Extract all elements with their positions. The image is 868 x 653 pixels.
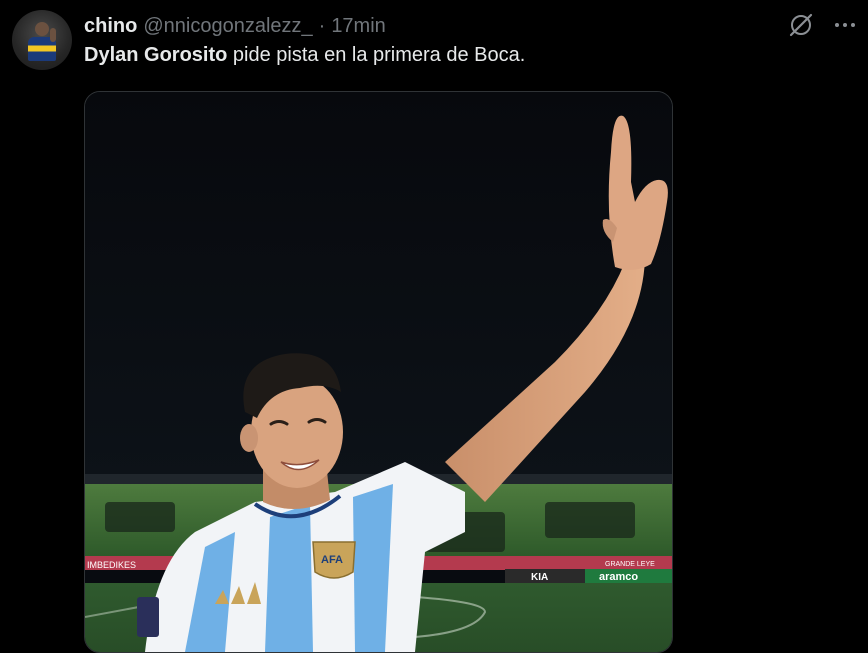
sleeve-patch: [137, 597, 159, 637]
tweet-text: Dylan Gorosito pide pista en la primera …: [84, 44, 525, 67]
afa-crest-text: AFA: [321, 554, 343, 566]
ad-board-kia-label: KIA: [531, 572, 548, 583]
author-name[interactable]: chino: [84, 15, 137, 38]
separator-dot: ·: [318, 14, 326, 37]
ad-board-aramco-label: aramco: [599, 571, 638, 583]
avatar-figure-head: [35, 22, 49, 36]
media-photo: IMBEDIKES KIA aramco GRANDE LEYE AFA: [85, 92, 672, 652]
tweet-header: chino @nnicogonzalezz_ · 17min: [84, 12, 386, 40]
tweet-media[interactable]: IMBEDIKES KIA aramco GRANDE LEYE AFA: [84, 91, 673, 653]
tweet-text-rest: pide pista en la primera de Boca.: [227, 44, 526, 66]
grok-icon: [789, 13, 813, 37]
ad-board-imbedikes: IMBEDIKES: [87, 560, 136, 570]
avatar[interactable]: [12, 10, 72, 70]
more-button[interactable]: [830, 10, 860, 40]
grok-button[interactable]: [786, 10, 816, 40]
timestamp[interactable]: 17min: [331, 15, 385, 38]
tweet-actions: [786, 10, 860, 40]
night-sky: [85, 92, 672, 484]
afa-crest: AFA: [312, 541, 356, 579]
avatar-figure-arm: [50, 28, 56, 42]
author-handle[interactable]: @nnicogonzalezz_: [143, 15, 312, 38]
ear: [240, 424, 258, 452]
ad-board-leyes: GRANDE LEYE: [605, 561, 655, 568]
tweet-text-bold: Dylan Gorosito: [84, 44, 228, 66]
more-icon: [835, 23, 855, 27]
